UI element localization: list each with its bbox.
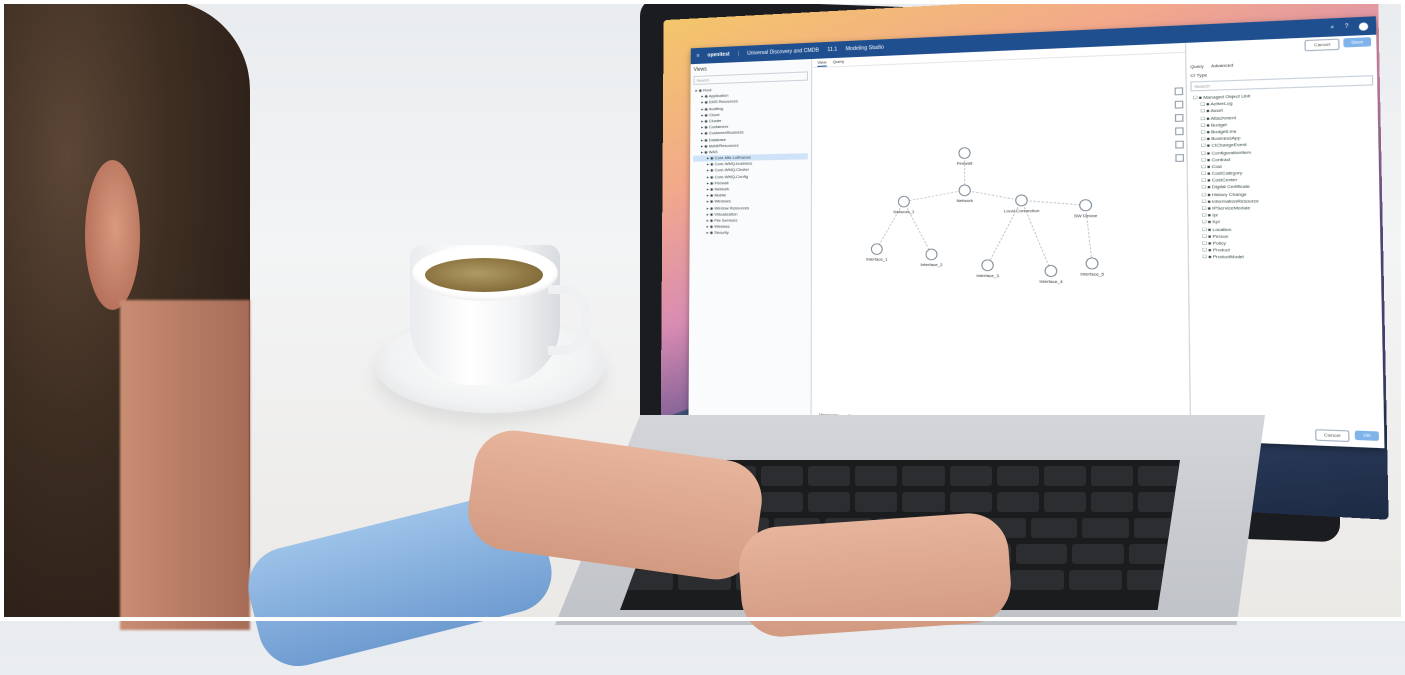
graph-node-label: Network_1 (893, 209, 914, 215)
graph-node-label: Network (956, 198, 972, 204)
zoom-in-icon[interactable] (1175, 101, 1184, 109)
graph-node-label: Firewall (957, 160, 973, 166)
views-panel: Views Search ▸ ◉ Root▸ ◉ Application▸ ◉ … (688, 59, 812, 425)
footer-cancel-button[interactable]: Cancel (1315, 429, 1350, 442)
graph-node[interactable] (1086, 258, 1098, 269)
person-ear (85, 160, 140, 310)
tree-item[interactable]: ▸ ◉ Security (693, 230, 808, 237)
zoom-out-icon[interactable] (1175, 114, 1184, 122)
brand-logo: openitest (707, 52, 729, 59)
graph-node[interactable] (959, 148, 970, 159)
graph-edge (965, 190, 1022, 201)
graph-node-label: Interface_3 (976, 273, 1000, 279)
app-window: ≡ openitest | Universal Discovery and CM… (688, 16, 1384, 448)
topology-graph[interactable]: Firewall Network Network_1 Local Connection… (813, 54, 1191, 390)
graph-node-label: Interface_2 (920, 262, 942, 267)
version-label: 11.1 (827, 47, 837, 54)
tab-query[interactable]: Query (833, 58, 844, 67)
ci-type-item[interactable]: ☐ ■ ProductModel (1193, 254, 1377, 261)
graph-node-label: Local Connection (1004, 208, 1040, 214)
avatar[interactable] (1359, 22, 1368, 30)
graph-node-label: Interface_4 (1039, 278, 1063, 284)
graph-node-label: Interface_5 (1080, 271, 1105, 277)
tab-advanced[interactable]: Advanced (1211, 62, 1233, 68)
graph-node-label: SW Device (1074, 213, 1098, 219)
ci-type-item[interactable]: ☐ ■ Policy (1192, 240, 1376, 247)
ok-button[interactable]: OK (1355, 431, 1379, 441)
graph-node[interactable] (871, 244, 882, 255)
fit-icon[interactable] (1175, 127, 1184, 135)
graph-edge (1021, 200, 1085, 206)
photo-scene: ≡ openitest | Universal Discovery and CM… (0, 0, 1405, 621)
ci-type-list: ☐ ■ Managed Object Unit☐ ■ ActiveLog☐ ■ … (1191, 89, 1377, 261)
search-icon[interactable]: ⌕ (1331, 24, 1335, 31)
graph-node-label: Interface_1 (866, 256, 888, 261)
help-icon[interactable]: ? (1345, 23, 1349, 30)
page-title: Modeling Studio (846, 44, 884, 52)
ci-type-panel: Cancel Save Query Advanced CI Type Searc… (1185, 35, 1385, 449)
views-search-input[interactable]: Search (694, 71, 808, 85)
person-neck (120, 300, 250, 630)
graph-node[interactable] (982, 260, 993, 271)
select-tool-icon[interactable] (1175, 87, 1184, 95)
tab-view[interactable]: View (817, 58, 826, 67)
tea (425, 258, 543, 292)
module-name: Universal Discovery and CMDB (747, 47, 819, 56)
graph-node[interactable] (1045, 265, 1057, 276)
view-canvas-area: View Query Firewall Network Network_1 Local… (813, 43, 1190, 440)
graph-node[interactable] (898, 196, 909, 207)
export-icon[interactable] (1175, 154, 1184, 162)
right-hand (736, 511, 1013, 640)
layout-icon[interactable] (1175, 141, 1184, 149)
graph-node[interactable] (1080, 200, 1092, 211)
views-tree: ▸ ◉ Root▸ ◉ Application▸ ◉ EMS Resources… (693, 84, 808, 237)
graph-node[interactable] (1016, 195, 1028, 206)
graph-node[interactable] (959, 185, 970, 196)
save-button[interactable]: Save (1343, 37, 1371, 47)
menu-icon[interactable]: ≡ (697, 53, 700, 59)
cancel-button[interactable]: Cancel (1305, 39, 1340, 52)
tab-query-panel[interactable]: Query (1190, 63, 1204, 69)
graph-node[interactable] (926, 249, 937, 260)
canvas-toolbar (1175, 87, 1185, 162)
